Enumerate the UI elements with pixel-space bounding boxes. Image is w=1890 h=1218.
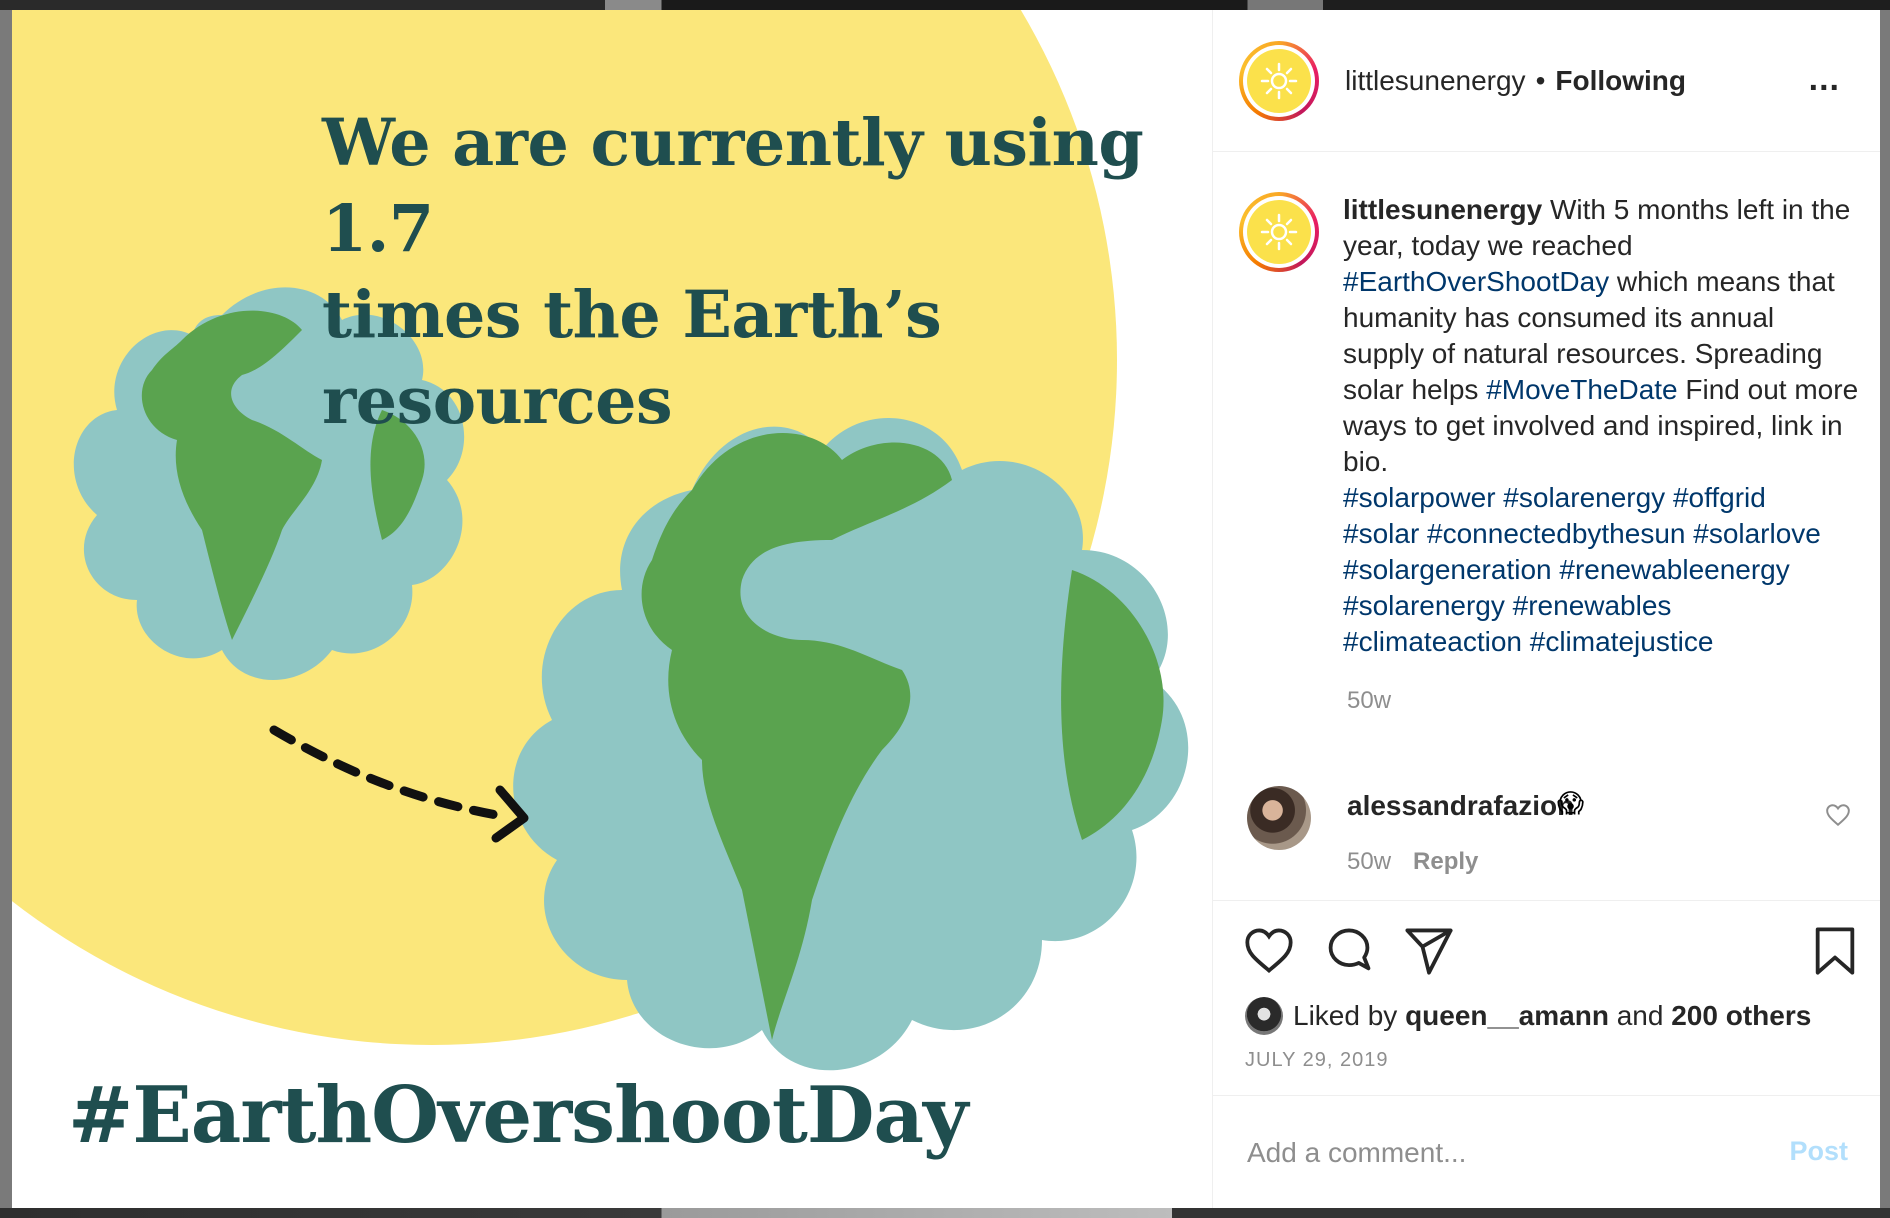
comments-section: littlesunenergy With 5 months left in th… — [1213, 152, 1880, 901]
commenter-avatar[interactable] — [1247, 786, 1311, 850]
caption-timestamp[interactable]: 50w — [1347, 687, 1391, 715]
caption-username[interactable]: littlesunenergy — [1343, 194, 1542, 225]
caption: littlesunenergy With 5 months left in th… — [1239, 192, 1859, 660]
likes-summary: Liked by queen__amann and 200 others — [1245, 997, 1811, 1035]
post-image[interactable]: We are currently using 1.7 times the Ear… — [12, 10, 1213, 1208]
liked-others-link[interactable]: 200 others — [1671, 1000, 1811, 1031]
header-separator: • — [1535, 64, 1546, 96]
author-avatar-inner — [1243, 44, 1315, 117]
hashtag-line[interactable]: #solargeneration #renewableenergy — [1343, 552, 1859, 588]
share-send-icon[interactable] — [1403, 925, 1455, 977]
post-header: littlesunenergy • Following ... — [1213, 10, 1880, 152]
caption-avatar-inner — [1243, 196, 1315, 268]
liked-user-link[interactable]: queen__amann — [1405, 1000, 1609, 1031]
likes-text: Liked by queen__amann and 200 others — [1293, 1000, 1811, 1032]
post-modal: We are currently using 1.7 times the Ear… — [12, 10, 1880, 1208]
more-options-button[interactable]: ... — [1809, 60, 1840, 99]
reply-button[interactable]: Reply — [1413, 848, 1478, 875]
comment-bubble-icon[interactable] — [1323, 925, 1375, 977]
commenter-username[interactable]: alessandrafazion — [1347, 790, 1574, 822]
following-button[interactable]: Following — [1555, 65, 1686, 97]
liked-middle: and — [1608, 1000, 1672, 1031]
comment-like-heart-icon[interactable] — [1825, 802, 1851, 828]
caption-avatar[interactable] — [1239, 192, 1319, 272]
hashtag-line[interactable]: #climateaction #climatejustice — [1343, 624, 1859, 660]
hashtag-line[interactable]: #solarenergy #renewables — [1343, 588, 1859, 624]
post-side-panel: littlesunenergy • Following ... littlesu… — [1213, 10, 1880, 1208]
comment-text: 😱 — [1557, 788, 1585, 818]
sun-rays-icon — [1260, 213, 1298, 251]
liked-prefix: Liked by — [1293, 1000, 1406, 1031]
hashtag-line[interactable]: #solar #connectedbythesun #solarlove — [1343, 516, 1859, 552]
post-comment-button[interactable]: Post — [1789, 1136, 1848, 1167]
liker-avatar[interactable] — [1245, 997, 1283, 1035]
sun-logo-icon — [1247, 48, 1311, 113]
hashtag-link[interactable]: #EarthOverShootDay — [1343, 266, 1609, 297]
headline-line-1: We are currently using 1.7 — [322, 105, 1144, 267]
add-comment-input[interactable] — [1245, 1130, 1769, 1176]
headline-line-2: times the Earth’s resources — [322, 277, 942, 439]
hashtag-line[interactable]: #solarpower #solarenergy #offgrid — [1343, 480, 1859, 516]
comment-meta: 50w Reply — [1347, 848, 1478, 876]
caption-text: littlesunenergy With 5 months left in th… — [1343, 192, 1859, 660]
save-bookmark-icon[interactable] — [1809, 925, 1861, 977]
sun-logo-icon — [1247, 200, 1311, 264]
sun-rays-icon — [1260, 62, 1298, 99]
like-heart-icon[interactable] — [1243, 925, 1295, 977]
post-hashtag: #EarthOvershootDay — [68, 1070, 968, 1161]
post-actions: Liked by queen__amann and 200 others JUL… — [1213, 901, 1880, 1096]
comment-timestamp[interactable]: 50w — [1347, 848, 1391, 875]
backdrop-bottom — [0, 1208, 1890, 1218]
hashtag-link[interactable]: #MoveTheDate — [1486, 374, 1677, 405]
backdrop-top — [0, 0, 1890, 10]
author-avatar[interactable] — [1239, 40, 1319, 121]
add-comment-bar: Post — [1213, 1096, 1880, 1208]
header-username[interactable]: littlesunenergy — [1345, 65, 1526, 97]
post-date[interactable]: JULY 29, 2019 — [1245, 1049, 1388, 1072]
post-headline: We are currently using 1.7 times the Ear… — [322, 100, 1182, 444]
